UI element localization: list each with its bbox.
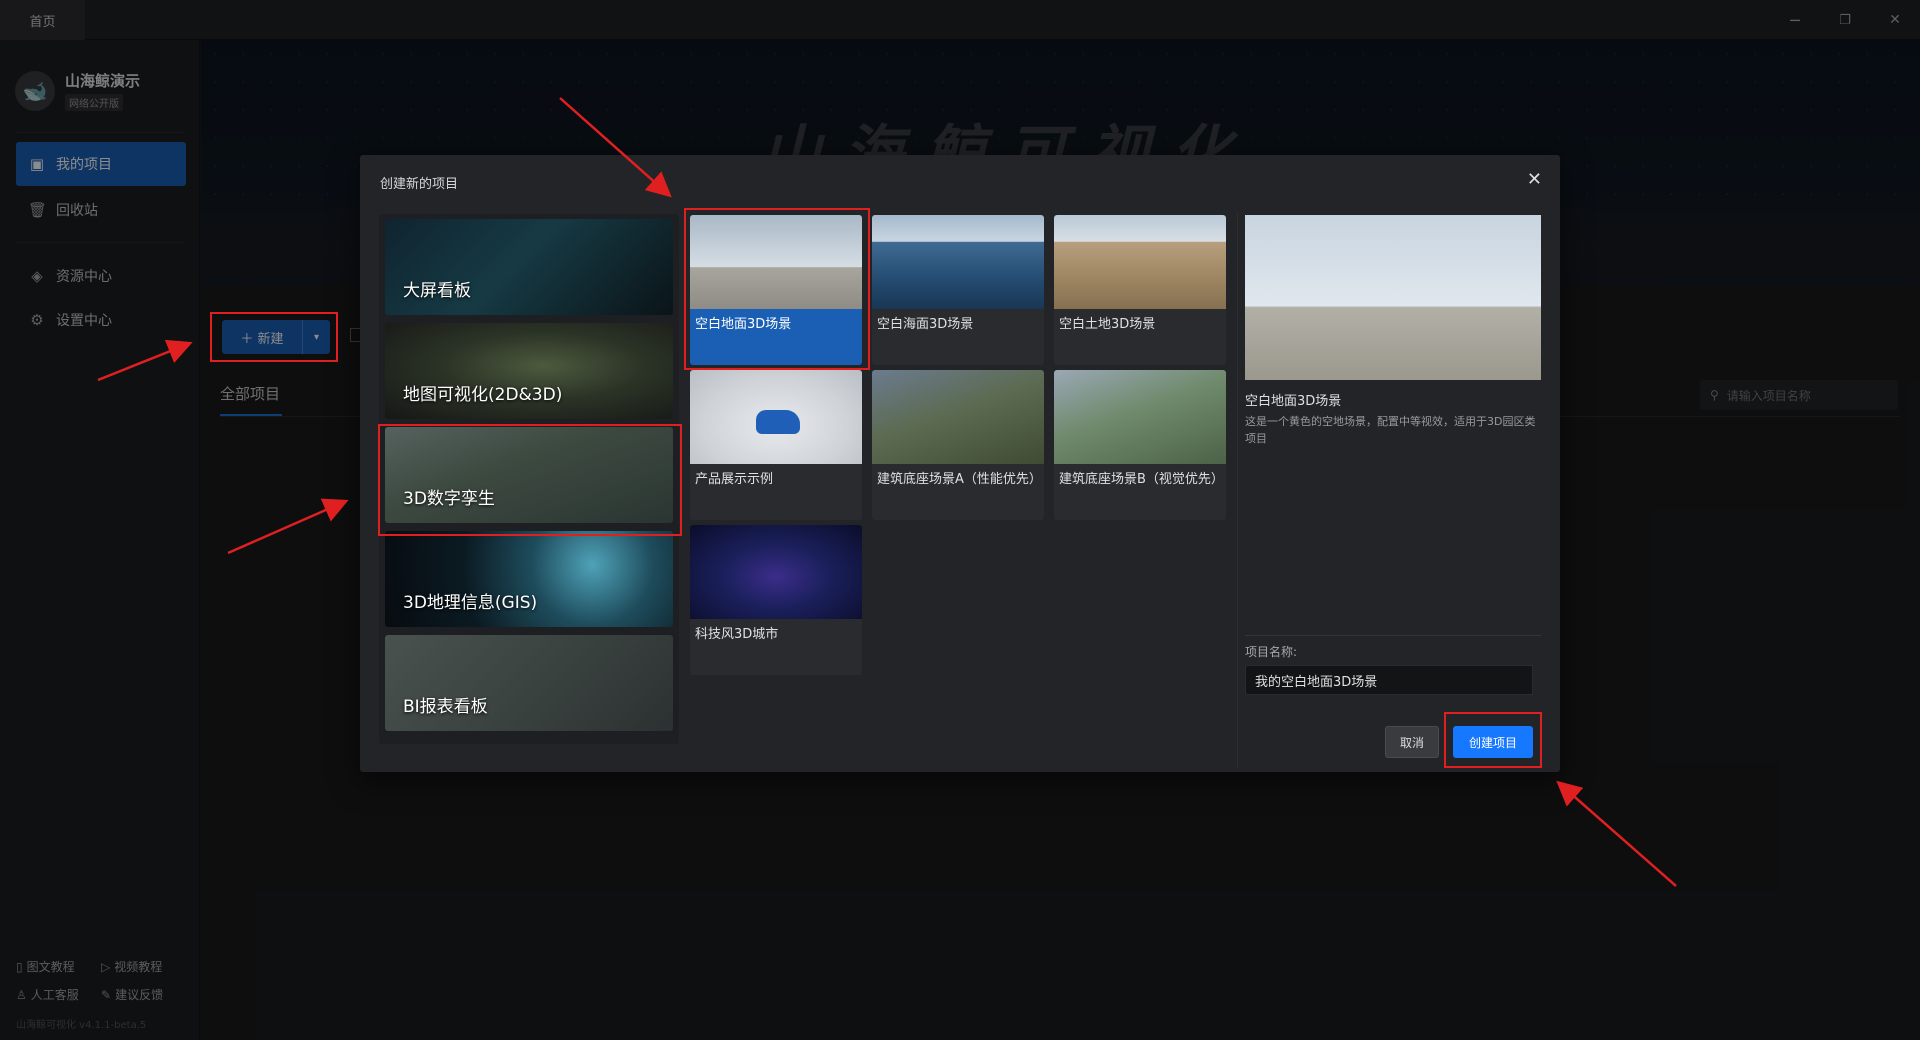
template-card-building-base-b[interactable]: 建筑底座场景B（视觉优先） (1054, 370, 1226, 520)
create-project-dialog: 创建新的项目 ✕ 大屏看板 地图可视化(2D&3D) 3D数字孪生 3D地理信息… (360, 155, 1560, 772)
template-card-product-showcase[interactable]: 产品展示示例 (690, 370, 862, 520)
template-card-blank-sea[interactable]: 空白海面3D场景 (872, 215, 1044, 365)
category-3d-gis[interactable]: 3D地理信息(GIS) (385, 531, 673, 627)
create-project-button[interactable]: 创建项目 (1453, 726, 1533, 758)
template-card-blank-land[interactable]: 空白土地3D场景 (1054, 215, 1226, 365)
category-label: 地图可视化(2D&3D) (403, 385, 563, 405)
template-thumbnail (872, 370, 1044, 464)
template-thumbnail (872, 215, 1044, 309)
category-label: 大屏看板 (403, 281, 471, 301)
template-thumbnail (1054, 370, 1226, 464)
preview-image (1245, 215, 1541, 380)
project-name-input[interactable]: 我的空白地面3D场景 (1245, 665, 1533, 695)
template-thumbnail (690, 215, 862, 309)
category-dashboard[interactable]: 大屏看板 (385, 219, 673, 315)
template-card-blank-ground[interactable]: 空白地面3D场景 (690, 215, 862, 365)
car-icon (756, 410, 800, 434)
close-icon[interactable]: ✕ (1527, 169, 1542, 190)
template-card-building-base-a[interactable]: 建筑底座场景A（性能优先） (872, 370, 1044, 520)
template-thumbnail (690, 370, 862, 464)
project-name-label: 项目名称: (1245, 645, 1298, 659)
cancel-button[interactable]: 取消 (1385, 726, 1439, 758)
divider (1245, 635, 1541, 636)
category-3d-digital-twin[interactable]: 3D数字孪生 (385, 427, 673, 523)
template-thumbnail (690, 525, 862, 619)
template-label: 空白海面3D场景 (877, 317, 974, 332)
dialog-title: 创建新的项目 (380, 177, 459, 192)
category-bi-report[interactable]: BI报表看板 (385, 635, 673, 731)
template-thumbnail (1054, 215, 1226, 309)
preview-divider (1237, 213, 1238, 768)
category-list: 大屏看板 地图可视化(2D&3D) 3D数字孪生 3D地理信息(GIS) BI报… (379, 214, 679, 744)
preview-title: 空白地面3D场景 (1245, 394, 1342, 409)
category-label: 3D数字孪生 (403, 489, 495, 509)
category-label: 3D地理信息(GIS) (403, 593, 538, 613)
template-label: 科技风3D城市 (695, 627, 779, 642)
preview-description: 这是一个黄色的空地场景，配置中等视效，适用于3D园区类项目 (1245, 415, 1536, 445)
category-label: BI报表看板 (403, 697, 488, 717)
template-label: 空白地面3D场景 (695, 317, 792, 332)
template-label: 产品展示示例 (695, 472, 774, 487)
template-card-tech-city[interactable]: 科技风3D城市 (690, 525, 862, 675)
template-label: 空白土地3D场景 (1059, 317, 1156, 332)
template-label: 建筑底座场景B（视觉优先） (1059, 472, 1224, 487)
template-label: 建筑底座场景A（性能优先） (877, 472, 1042, 487)
category-map[interactable]: 地图可视化(2D&3D) (385, 323, 673, 419)
